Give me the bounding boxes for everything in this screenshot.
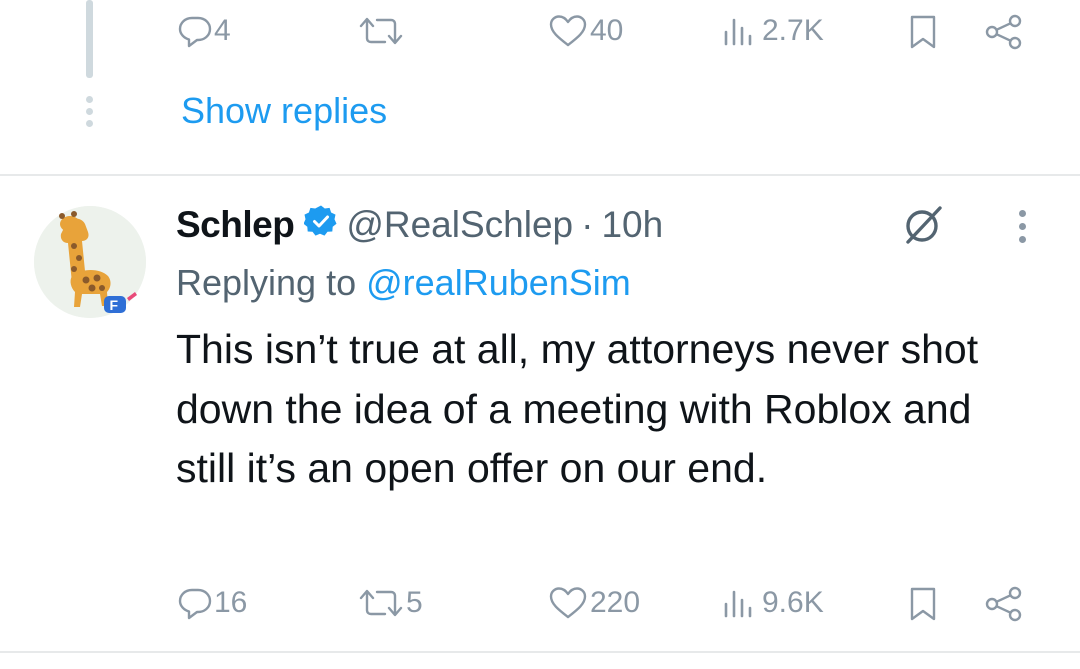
replying-prefix: Replying to: [176, 262, 357, 303]
reply-button[interactable]: 4: [178, 14, 231, 48]
repost-count: 5: [406, 586, 423, 619]
like-count: 220: [590, 586, 641, 619]
view-count: 9.6K: [762, 586, 824, 619]
header-separator: ·: [581, 204, 594, 245]
previous-tweet-action-bar: 4 40 2.7K: [0, 6, 1080, 56]
replying-to-line: Replying to @realRubenSim: [176, 262, 631, 304]
tweet-timestamp[interactable]: 10h: [601, 204, 663, 246]
user-handle[interactable]: @RealSchlep: [346, 204, 573, 246]
like-count: 40: [590, 14, 624, 47]
reply-count: 4: [214, 14, 231, 47]
share-nodes-icon: [985, 586, 1022, 622]
more-vertical-icon: [1019, 210, 1026, 217]
views-button[interactable]: 2.7K: [720, 14, 824, 48]
share-nodes-icon: [985, 14, 1022, 50]
views-button[interactable]: 9.6K: [720, 586, 824, 620]
tweet-header: Schlep @RealSchlep · 10h: [176, 200, 663, 250]
repost-button[interactable]: [358, 14, 406, 48]
speech-bubble-icon: [178, 588, 212, 620]
repost-button[interactable]: 5: [358, 586, 423, 620]
repost-arrows-icon: [359, 589, 403, 617]
repost-arrows-icon: [359, 17, 403, 45]
avatar[interactable]: F: [34, 206, 146, 318]
bookmark-button[interactable]: [908, 586, 938, 622]
reply-count: 16: [214, 586, 248, 619]
tweet-divider: [0, 174, 1080, 176]
replying-to-mention[interactable]: @realRubenSim: [366, 262, 631, 303]
reply-button[interactable]: 16: [178, 586, 247, 620]
more-options-button[interactable]: [1019, 210, 1026, 243]
heart-icon: [549, 587, 587, 619]
share-button[interactable]: [984, 586, 1024, 622]
bar-chart-icon: [724, 18, 752, 46]
view-count: 2.7K: [762, 14, 824, 47]
tweet-divider: [0, 651, 1080, 653]
bookmark-button[interactable]: [908, 14, 938, 50]
show-replies-link[interactable]: Show replies: [181, 90, 387, 132]
giraffe-avatar-icon: F: [34, 206, 146, 318]
share-button[interactable]: [984, 14, 1024, 50]
grok-button[interactable]: [900, 202, 946, 253]
svg-text:F: F: [110, 297, 119, 313]
tweet-action-bar: 16 5 220 9.6K: [0, 578, 1080, 628]
grok-icon: [906, 206, 942, 244]
bookmark-icon: [910, 587, 936, 621]
like-button[interactable]: 220: [548, 586, 640, 620]
bar-chart-icon: [724, 590, 752, 618]
like-button[interactable]: 40: [548, 14, 623, 48]
bookmark-icon: [910, 15, 936, 49]
speech-bubble-icon: [178, 16, 212, 48]
display-name[interactable]: Schlep: [176, 204, 295, 246]
thread-dots-indicator: [86, 96, 93, 127]
verified-badge-icon: [303, 204, 338, 247]
tweet-text: This isn’t true at all, my attorneys nev…: [176, 326, 979, 491]
heart-icon: [549, 15, 587, 47]
